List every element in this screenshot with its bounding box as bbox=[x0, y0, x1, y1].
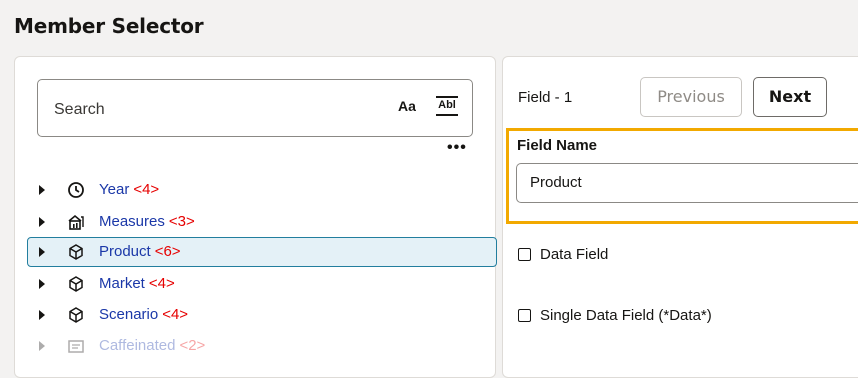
tree-item-label: Year bbox=[99, 181, 130, 198]
search-placeholder: Search bbox=[54, 101, 105, 118]
clock-icon bbox=[68, 182, 84, 198]
single-data-field-label: Single Data Field (*Data*) bbox=[540, 307, 712, 324]
expand-caret-icon[interactable] bbox=[39, 247, 45, 257]
more-options-icon[interactable]: ••• bbox=[447, 139, 467, 157]
search-input[interactable]: Search Aa Abl bbox=[37, 79, 473, 137]
single-data-field-checkbox-row[interactable]: Single Data Field (*Data*) bbox=[518, 307, 712, 327]
member-count: <4> bbox=[162, 306, 189, 323]
single-data-field-checkbox[interactable] bbox=[518, 309, 531, 322]
tree-item-product[interactable]: Product <6> bbox=[27, 237, 497, 267]
expand-caret-icon[interactable] bbox=[39, 217, 45, 227]
cube-icon bbox=[69, 244, 83, 260]
next-button[interactable]: Next bbox=[753, 77, 827, 117]
data-field-checkbox[interactable] bbox=[518, 248, 531, 261]
match-case-icon[interactable]: Aa bbox=[398, 98, 416, 114]
member-count: <4> bbox=[133, 181, 160, 198]
tree-item-label: Market bbox=[99, 275, 145, 292]
member-count: <2> bbox=[179, 337, 206, 354]
member-count: <3> bbox=[168, 213, 195, 230]
tree-item-market[interactable]: Market <4> bbox=[27, 269, 495, 299]
field-number-label: Field - 1 bbox=[518, 89, 573, 106]
field-properties-panel: Field - 1 Previous Next Field Name Produ… bbox=[502, 56, 858, 378]
field-name-input[interactable]: Product bbox=[516, 163, 858, 203]
previous-button[interactable]: Previous bbox=[640, 77, 742, 117]
expand-caret-icon[interactable] bbox=[39, 341, 45, 351]
tree-item-scenario[interactable]: Scenario <4> bbox=[27, 300, 495, 330]
tree-item-label: Product bbox=[99, 243, 151, 260]
tree-item-caffeinated[interactable]: Caffeinated <2> bbox=[27, 331, 495, 361]
page-title: Member Selector bbox=[14, 14, 204, 38]
tree-item-label: Scenario bbox=[99, 306, 159, 323]
member-count: <4> bbox=[148, 275, 175, 292]
expand-caret-icon[interactable] bbox=[39, 279, 45, 289]
cube-icon bbox=[69, 307, 83, 323]
member-count: <6> bbox=[154, 243, 181, 260]
tree-item-measures[interactable]: Measures <3> bbox=[27, 207, 495, 237]
attribute-icon bbox=[68, 340, 84, 353]
expand-caret-icon[interactable] bbox=[39, 185, 45, 195]
tree-item-year[interactable]: Year <4> bbox=[27, 175, 495, 205]
whole-word-icon[interactable]: Abl bbox=[436, 96, 458, 116]
tree-item-label: Caffeinated bbox=[99, 337, 176, 354]
expand-caret-icon[interactable] bbox=[39, 310, 45, 320]
measures-icon bbox=[68, 214, 84, 230]
data-field-label: Data Field bbox=[540, 246, 609, 263]
member-tree-panel: Search Aa Abl ••• Year<4> Measures<3> bbox=[14, 56, 497, 378]
tree-item-label: Measures bbox=[99, 213, 165, 230]
data-field-checkbox-row[interactable]: Data Field bbox=[518, 246, 608, 266]
cube-icon bbox=[69, 276, 83, 292]
field-name-label: Field Name bbox=[517, 137, 598, 154]
